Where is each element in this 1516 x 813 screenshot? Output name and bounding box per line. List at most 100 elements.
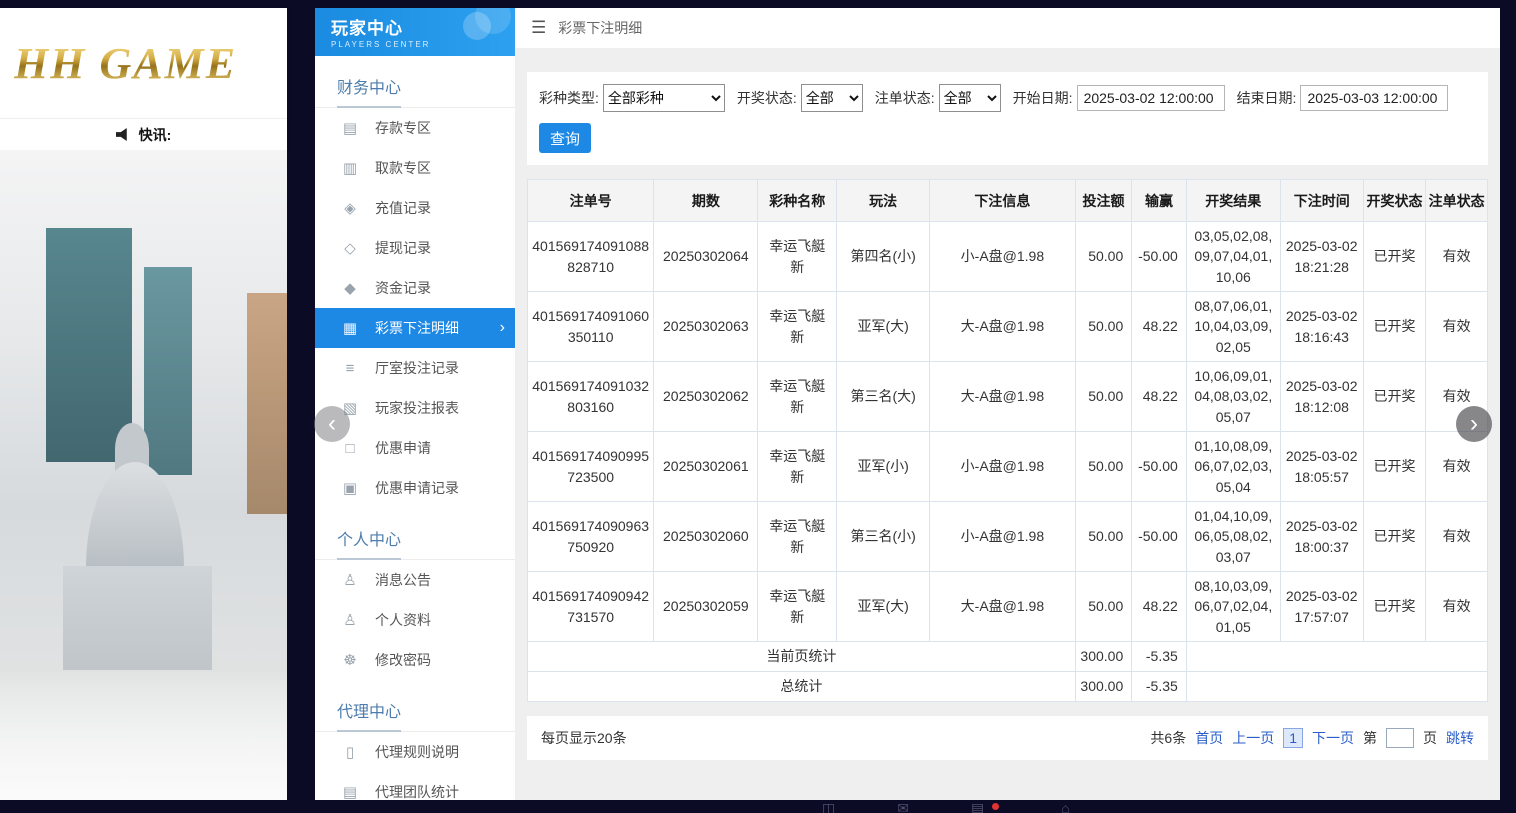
sidebar-item-lottery[interactable]: ▦彩票下注明细› xyxy=(315,308,515,348)
table-cell: 2025-03-02 18:00:37 xyxy=(1280,502,1363,572)
footer-icon-4: ⌂ xyxy=(1061,801,1069,813)
filter-row: 彩种类型: 全部彩种 开奖状态: 全部 注单状态: 全部 开始日期: xyxy=(539,84,1476,112)
lottery-icon: ▦ xyxy=(341,319,359,337)
table-cell: 大-A盘@1.98 xyxy=(930,292,1076,362)
table-cell: 20250302062 xyxy=(654,362,758,432)
table-cell: 20250302063 xyxy=(654,292,758,362)
sidebar: 玩家中心 PLAYERS CENTER 财务中心▤存款专区▥取款专区◈充值记录◇… xyxy=(315,8,515,800)
table-header-cell: 开奖结果 xyxy=(1186,180,1280,222)
breadcrumb: 彩票下注明细 xyxy=(558,18,642,38)
photo-fade xyxy=(0,670,287,800)
photo-building-shape xyxy=(247,293,287,514)
table-cell: 48.22 xyxy=(1132,292,1187,362)
table-cell: 50.00 xyxy=(1075,432,1132,502)
sidebar-item-label: 存款专区 xyxy=(375,118,431,138)
table-header-cell: 注单号 xyxy=(528,180,654,222)
table-header-row: 注单号期数彩种名称玩法下注信息投注额输赢开奖结果下注时间开奖状态注单状态 xyxy=(528,180,1488,222)
table-cell: 50.00 xyxy=(1075,292,1132,362)
table-cell: 20250302060 xyxy=(654,502,758,572)
sidebar-item-label: 资金记录 xyxy=(375,278,431,298)
hamburger-menu-icon[interactable]: ☰ xyxy=(531,18,546,38)
topbar: ☰ 彩票下注明细 xyxy=(515,8,1500,48)
password-icon: ☸ xyxy=(341,651,359,669)
rules-icon: ▯ xyxy=(341,743,359,761)
lottery-type-select[interactable]: 全部彩种 xyxy=(603,84,725,112)
per-page-label: 每页显示20条 xyxy=(541,728,627,748)
main-area: ☰ 彩票下注明细 彩种类型: 全部彩种 开奖状态: 全部 注单 xyxy=(515,8,1500,800)
logo-box: HH GAME xyxy=(0,8,287,118)
footer-icon-1: ◫ xyxy=(822,801,835,813)
sidebar-item-funds[interactable]: ◆资金记录 xyxy=(315,268,515,308)
sidebar-item-password[interactable]: ☸ 修改密码 xyxy=(315,640,515,680)
table-row: 40156917409094273157020250302059幸运飞艇新亚军(… xyxy=(528,572,1488,642)
sidebar-item-team[interactable]: ▤代理团队统计 xyxy=(315,772,515,800)
table-cell: 01,10,08,09,06,07,02,03,05,04 xyxy=(1186,432,1280,502)
current-page-indicator[interactable]: 1 xyxy=(1283,728,1303,748)
table-cell: 小-A盘@1.98 xyxy=(930,432,1076,502)
sidebar-item-message[interactable]: ♙消息公告 xyxy=(315,560,515,600)
carousel-right-arrow[interactable]: › xyxy=(1456,406,1492,442)
sidebar-item-withdraw[interactable]: ▥取款专区 xyxy=(315,148,515,188)
table-cell: 已开奖 xyxy=(1363,292,1426,362)
table-cell: 已开奖 xyxy=(1363,222,1426,292)
sidebar-item-label: 代理团队统计 xyxy=(375,782,459,800)
first-page-link[interactable]: 首页 xyxy=(1195,728,1223,748)
sidebar-item-rules[interactable]: ▯代理规则说明 xyxy=(315,732,515,772)
table-cell: 有效 xyxy=(1426,292,1488,362)
search-button[interactable]: 查询 xyxy=(539,123,591,153)
sidebar-item-deposit[interactable]: ▤存款专区 xyxy=(315,108,515,148)
sidebar-item-label: 优惠申请记录 xyxy=(375,478,459,498)
summary-empty xyxy=(1186,672,1487,702)
draw-status-label: 开奖状态: xyxy=(737,88,797,108)
sidebar-item-profile[interactable]: ♙个人资料 xyxy=(315,600,515,640)
carousel-left-arrow[interactable]: ‹ xyxy=(314,406,350,442)
table-cell: 48.22 xyxy=(1132,362,1187,432)
table-cell: 有效 xyxy=(1426,572,1488,642)
start-date-input[interactable] xyxy=(1077,85,1225,111)
table-cell: 401569174091032803160 xyxy=(528,362,654,432)
sidebar-item-hall[interactable]: ≡厅室投注记录 xyxy=(315,348,515,388)
photo-dome-shape xyxy=(86,462,184,579)
table-cell: 401569174091060350110 xyxy=(528,292,654,362)
table-cell: 第四名(小) xyxy=(837,222,930,292)
sidebar-item-promo-record[interactable]: ▣优惠申请记录 xyxy=(315,468,515,508)
draw-status-select[interactable]: 全部 xyxy=(801,84,863,112)
photo-dome-shape xyxy=(63,566,212,670)
photo-building-shape xyxy=(144,267,193,475)
table-cell: 401569174090995723500 xyxy=(528,432,654,502)
table-cell: 50.00 xyxy=(1075,572,1132,642)
table-cell: 大-A盘@1.98 xyxy=(930,362,1076,432)
table-cell: 50.00 xyxy=(1075,502,1132,572)
screen: HH GAME 快讯: 玩家中心 PLAYERS CENTER 财务中心▤存款专… xyxy=(0,0,1516,813)
sidebar-item-label: 修改密码 xyxy=(375,650,431,670)
table-cell: 2025-03-02 17:57:07 xyxy=(1280,572,1363,642)
cashout-icon: ◇ xyxy=(341,239,359,257)
table-cell: 20250302061 xyxy=(654,432,758,502)
prev-page-link[interactable]: 上一页 xyxy=(1232,728,1274,748)
jump-link[interactable]: 跳转 xyxy=(1446,728,1474,748)
total-count-label: 共6条 xyxy=(1150,728,1186,748)
sidebar-section-title: 代理中心 xyxy=(315,690,515,732)
table-cell: 有效 xyxy=(1426,432,1488,502)
page-suffix-label: 页 xyxy=(1423,728,1437,748)
end-date-input[interactable] xyxy=(1300,85,1448,111)
sidebar-item-cashout[interactable]: ◇提现记录 xyxy=(315,228,515,268)
table-card: 注单号期数彩种名称玩法下注信息投注额输赢开奖结果下注时间开奖状态注单状态 401… xyxy=(527,179,1488,702)
order-status-select[interactable]: 全部 xyxy=(939,84,1001,112)
speaker-icon xyxy=(116,128,131,141)
page-number-input[interactable] xyxy=(1386,728,1414,748)
sidebar-header: 玩家中心 PLAYERS CENTER xyxy=(315,8,515,56)
table-header-cell: 下注时间 xyxy=(1280,180,1363,222)
table-cell: 已开奖 xyxy=(1363,432,1426,502)
sidebar-title: 玩家中心 xyxy=(331,14,515,39)
brand-logo: HH GAME xyxy=(14,38,237,89)
summary-row: 总统计300.00-5.35 xyxy=(528,672,1488,702)
sidebar-item-recharge[interactable]: ◈充值记录 xyxy=(315,188,515,228)
table-header-cell: 注单状态 xyxy=(1426,180,1488,222)
table-header-cell: 下注信息 xyxy=(930,180,1076,222)
background-photo xyxy=(0,150,287,800)
chevron-right-icon: › xyxy=(500,319,505,337)
sidebar-item-label: 优惠申请 xyxy=(375,438,431,458)
notification-dot xyxy=(992,803,999,810)
next-page-link[interactable]: 下一页 xyxy=(1312,728,1354,748)
